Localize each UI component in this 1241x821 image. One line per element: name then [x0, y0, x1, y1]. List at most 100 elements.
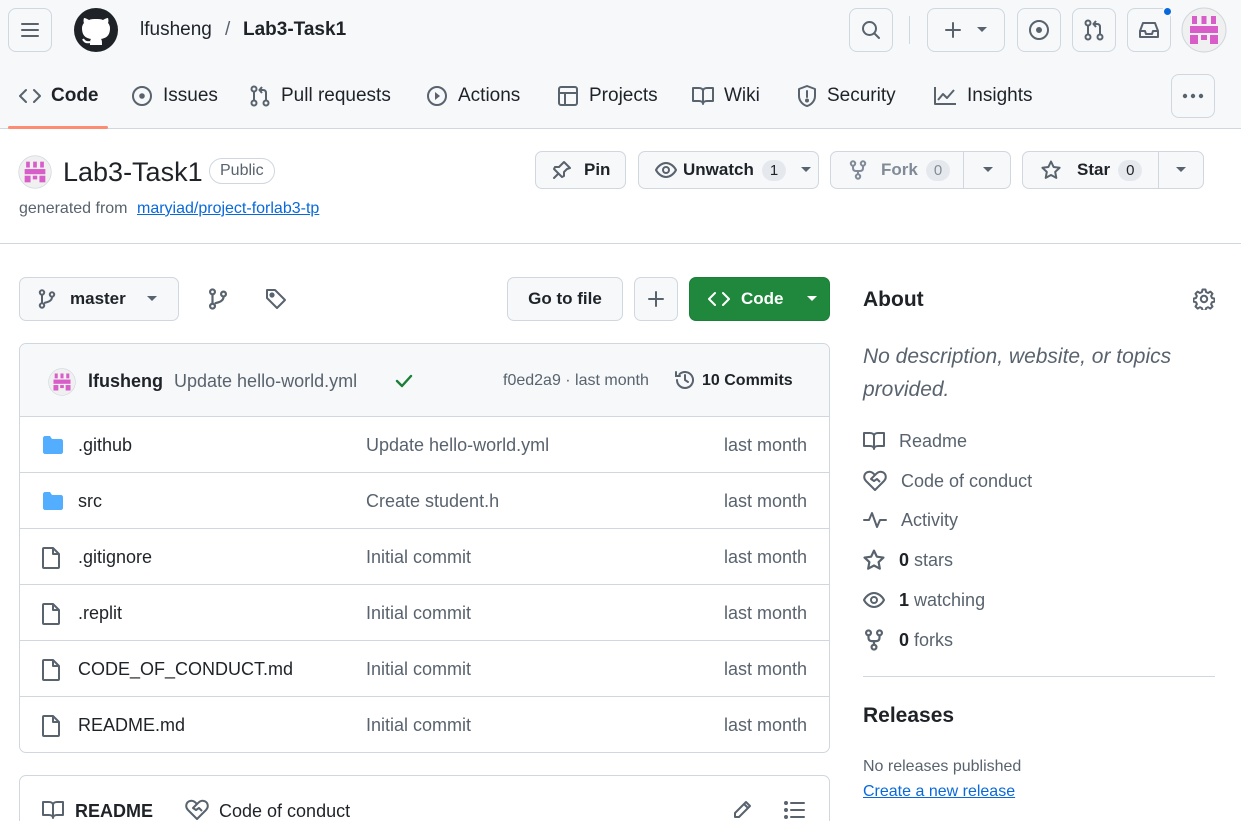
- file-commit-message[interactable]: Initial commit: [366, 659, 471, 680]
- tab-security[interactable]: Security: [797, 82, 896, 110]
- readme-link[interactable]: Readme: [863, 429, 967, 453]
- about-description: No description, website, or topics provi…: [863, 345, 1172, 401]
- commit-message[interactable]: Update hello-world.yml: [174, 371, 357, 392]
- folder-icon: [42, 435, 64, 455]
- more-tabs-button[interactable]: [1171, 74, 1215, 118]
- branches-icon[interactable]: [208, 288, 228, 310]
- create-release-link[interactable]: Create a new release: [863, 783, 1015, 801]
- tab-issues-label: Issues: [163, 85, 218, 106]
- commits-count-link[interactable]: 10 Commits: [702, 372, 793, 390]
- file-commit-date: last month: [723, 491, 807, 511]
- play-icon: [427, 86, 447, 106]
- tab-actions[interactable]: Actions: [426, 82, 520, 110]
- commit-author[interactable]: lfusheng: [88, 371, 163, 392]
- repo-owner-avatar[interactable]: [18, 155, 52, 189]
- file-commit-message[interactable]: Initial commit: [366, 603, 471, 624]
- list-icon[interactable]: [784, 800, 806, 820]
- tab-issues[interactable]: Issues: [131, 82, 218, 110]
- pin-label: Pin: [584, 160, 611, 179]
- code-dropdown-button[interactable]: Code: [689, 277, 830, 321]
- tab-insights-label: Insights: [967, 85, 1033, 106]
- file-row[interactable]: .github Update hello-world.yml last month: [20, 417, 829, 473]
- fork-icon: [864, 629, 884, 651]
- file-name[interactable]: CODE_OF_CONDUCT.md: [78, 659, 293, 680]
- stars-count: 0: [899, 549, 910, 570]
- menu-button[interactable]: [8, 8, 52, 52]
- file-commit-message[interactable]: Initial commit: [366, 715, 471, 736]
- tab-insights[interactable]: Insights: [933, 82, 1032, 110]
- chevron-down-icon[interactable]: [1175, 166, 1187, 174]
- file-commit-date: last month: [723, 435, 807, 455]
- user-avatar[interactable]: [1181, 7, 1227, 53]
- check-icon[interactable]: [395, 373, 413, 389]
- pull-request-icon: [1084, 19, 1104, 41]
- go-to-file-button[interactable]: Go to file: [507, 277, 623, 321]
- file-commit-date: last month: [723, 603, 807, 623]
- fork-button-group[interactable]: Fork 0: [830, 151, 1011, 189]
- file-table: lfusheng Update hello-world.yml f0ed2a9 …: [19, 343, 830, 753]
- watching-link[interactable]: 1 watching: [863, 588, 985, 612]
- forks-count: 0: [899, 629, 910, 650]
- pull-requests-button[interactable]: [1072, 8, 1116, 52]
- file-name[interactable]: README.md: [78, 715, 185, 736]
- file-name[interactable]: .gitignore: [78, 547, 152, 568]
- breadcrumb-repo[interactable]: Lab3-Task1: [243, 18, 346, 42]
- pulse-icon: [863, 512, 887, 528]
- activity-link[interactable]: Activity: [863, 508, 958, 532]
- breadcrumb-owner[interactable]: lfusheng: [140, 18, 212, 42]
- add-file-button[interactable]: [634, 277, 678, 321]
- visibility-badge: Public: [209, 158, 275, 184]
- file-commit-message[interactable]: Create student.h: [366, 491, 499, 512]
- eye-icon: [863, 592, 885, 608]
- watching-count: 1: [899, 589, 910, 610]
- watching-label: watching: [914, 589, 986, 610]
- file-row[interactable]: src Create student.h last month: [20, 473, 829, 529]
- tab-projects[interactable]: Projects: [557, 82, 658, 110]
- gear-icon[interactable]: [1193, 288, 1215, 310]
- file-name[interactable]: .replit: [78, 603, 122, 624]
- stars-link[interactable]: 0 stars: [863, 548, 953, 572]
- search-button[interactable]: [849, 8, 893, 52]
- issues-button[interactable]: [1017, 8, 1061, 52]
- book-icon: [863, 432, 885, 450]
- repo-header: lfusheng / Lab3-Task1 Code Issues Pull r…: [0, 0, 1241, 129]
- tab-pull-requests[interactable]: Pull requests: [249, 82, 391, 110]
- unwatch-button[interactable]: Unwatch 1: [638, 151, 819, 189]
- file-name[interactable]: .github: [78, 435, 132, 456]
- branch-selector[interactable]: master: [19, 277, 179, 321]
- chevron-down-icon[interactable]: [982, 166, 994, 174]
- file-icon: [42, 715, 60, 737]
- readme-tab[interactable]: README: [75, 801, 153, 821]
- chevron-down-icon: [801, 167, 812, 172]
- forks-link[interactable]: 0 forks: [863, 628, 953, 652]
- stars-label: stars: [914, 549, 954, 570]
- file-row[interactable]: .gitignore Initial commit last month: [20, 529, 829, 585]
- code-button-label: Code: [741, 289, 784, 308]
- tab-wiki[interactable]: Wiki: [692, 82, 760, 110]
- file-row[interactable]: CODE_OF_CONDUCT.md Initial commit last mon…: [20, 641, 829, 697]
- github-logo-icon[interactable]: [73, 7, 119, 53]
- code-of-conduct-tab[interactable]: Code of conduct: [219, 801, 350, 821]
- file-name[interactable]: src: [78, 491, 102, 512]
- commit-hash-time[interactable]: f0ed2a9 · last month: [503, 372, 649, 390]
- file-commit-date: last month: [723, 715, 807, 735]
- releases-title[interactable]: Releases: [863, 704, 954, 728]
- heart-handshake-icon: [863, 470, 887, 491]
- tag-icon[interactable]: [265, 288, 287, 310]
- code-of-conduct-link[interactable]: Code of conduct: [863, 469, 1032, 493]
- pin-button[interactable]: Pin: [535, 151, 626, 189]
- star-button-group[interactable]: Star 0: [1022, 151, 1204, 189]
- history-icon: [675, 371, 694, 389]
- commit-author-avatar[interactable]: [48, 368, 76, 396]
- file-row[interactable]: README.md Initial commit last month: [20, 697, 829, 752]
- template-repo-link[interactable]: maryiad/project-forlab3-tp: [137, 200, 319, 218]
- tab-code[interactable]: Code: [19, 82, 99, 110]
- code-icon: [708, 292, 730, 306]
- pencil-icon[interactable]: [732, 800, 752, 820]
- file-commit-message[interactable]: Update hello-world.yml: [366, 435, 549, 456]
- file-commit-message[interactable]: Initial commit: [366, 547, 471, 568]
- file-row[interactable]: .replit Initial commit last month: [20, 585, 829, 641]
- file-commit-date: last month: [723, 547, 807, 567]
- repo-title[interactable]: Lab3-Task1: [63, 157, 203, 188]
- create-new-button[interactable]: [927, 8, 1005, 52]
